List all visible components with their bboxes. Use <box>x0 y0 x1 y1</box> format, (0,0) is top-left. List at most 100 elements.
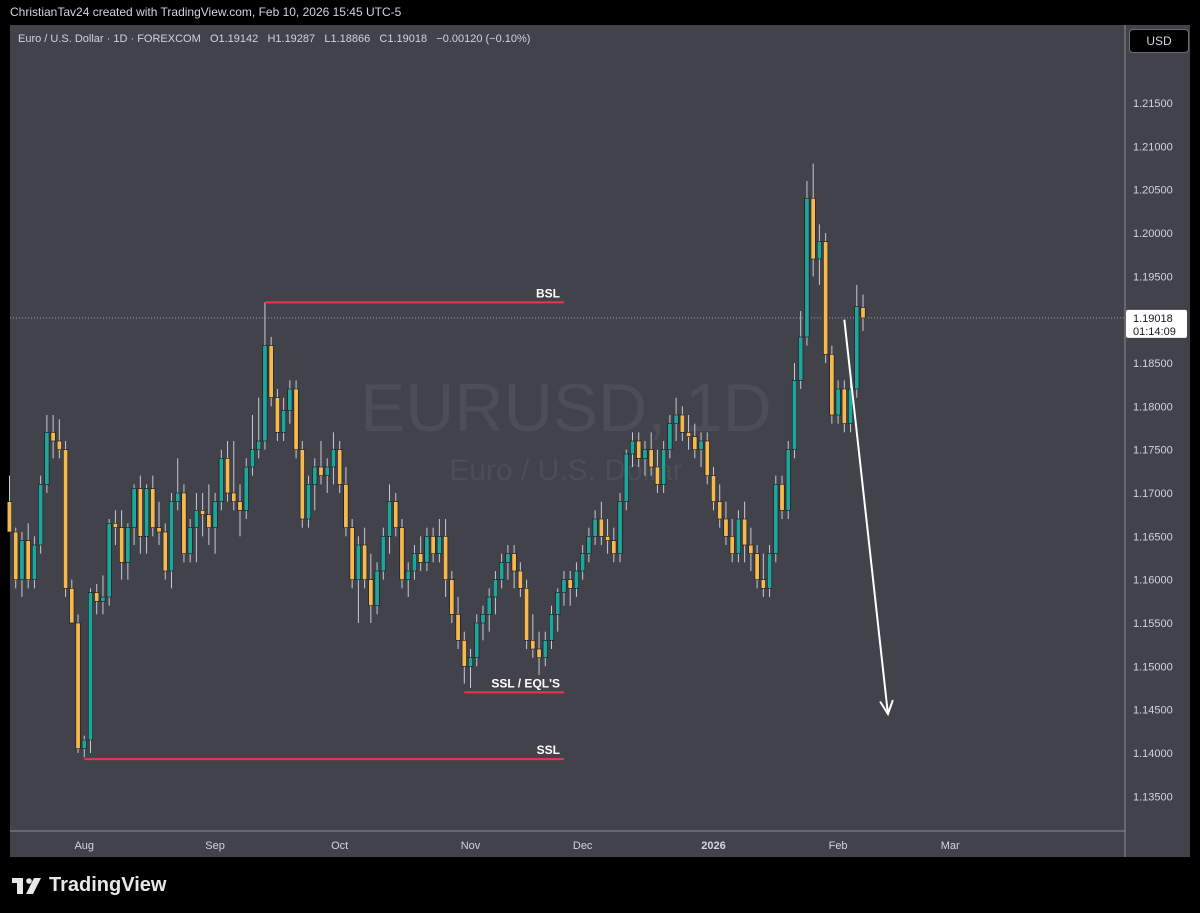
price-tick-label: 1.19500 <box>1133 271 1173 283</box>
candle-body <box>567 579 573 589</box>
candle-body <box>480 614 486 624</box>
candle-body <box>399 527 405 580</box>
candle-body <box>499 562 505 580</box>
currency-button[interactable]: USD <box>1129 29 1189 53</box>
candle-body <box>511 553 517 572</box>
candle-body <box>636 440 642 459</box>
level-label: BSL <box>536 286 560 300</box>
candle-body <box>686 432 692 437</box>
last-price-value: 1.19018 <box>1133 313 1173 325</box>
price-tick-label: 1.14000 <box>1133 748 1173 760</box>
candle-body <box>262 345 268 442</box>
level-label: SSL / EQL'S <box>491 676 560 690</box>
candle-body <box>156 527 162 533</box>
candle-body <box>106 523 112 598</box>
candle-body <box>212 501 218 528</box>
candle-body <box>748 544 754 554</box>
candle-body <box>443 536 449 580</box>
candle-body <box>168 501 174 572</box>
candle-body <box>704 440 710 476</box>
candles <box>7 163 866 758</box>
candle-body <box>87 592 93 741</box>
last-price-tag: 1.19018 01:14:09 <box>1126 309 1187 338</box>
candle-body <box>785 449 791 511</box>
symbol-legend[interactable]: Euro / U.S. Dollar · 1D · FOREXCOM O1.19… <box>18 33 530 45</box>
candle-body <box>430 536 436 554</box>
arrow-shaft[interactable] <box>843 319 889 715</box>
time-tick-label: 2026 <box>701 840 725 852</box>
bar-countdown: 01:14:09 <box>1133 326 1176 338</box>
candle-body <box>312 466 318 485</box>
candle-body <box>162 531 168 572</box>
candle-body <box>181 492 187 554</box>
watermark-symbol: EURUSD, 1D <box>360 370 772 446</box>
time-tick-label: Nov <box>461 840 481 852</box>
candle-body <box>692 436 698 450</box>
candle-body <box>100 596 106 602</box>
candle-body <box>337 449 343 485</box>
candle-body <box>268 345 274 398</box>
candle-body <box>19 540 25 580</box>
candle-body <box>542 640 548 658</box>
candle-body <box>200 510 206 515</box>
price-tick-label: 1.20000 <box>1133 228 1173 240</box>
candle-body <box>7 501 13 533</box>
candle-body <box>760 579 766 589</box>
candle-body <box>791 380 797 450</box>
candle-body <box>605 536 611 541</box>
candle-body <box>492 579 498 598</box>
price-axis[interactable]: 1.13500 1.14000 1.14500 1.15000 1.15500 1.160… <box>1133 98 1173 803</box>
candle-body <box>835 388 841 416</box>
candle-body <box>225 458 231 494</box>
candle-body <box>816 241 822 260</box>
projection-arrow[interactable] <box>843 319 894 717</box>
candle-body <box>617 501 623 554</box>
candle-body <box>717 501 723 520</box>
candle-body <box>573 570 579 589</box>
candle-body <box>31 544 37 580</box>
candle-body <box>798 336 804 381</box>
candle-body <box>274 397 280 433</box>
legend-close-value: 1.19018 <box>387 33 428 45</box>
candle-body <box>854 306 860 390</box>
candle-body <box>810 198 816 260</box>
candle-body <box>243 466 249 511</box>
candle-body <box>592 518 598 537</box>
tradingview-logo[interactable]: TradingView <box>12 874 166 897</box>
candle-body <box>237 501 243 511</box>
candle-body <box>642 449 648 459</box>
price-tick-label: 1.14500 <box>1133 705 1173 717</box>
candle-body <box>131 488 137 528</box>
candle-body <box>293 388 299 450</box>
candle-body <box>38 484 44 546</box>
liquidity-levels[interactable]: BSL SSL / EQL'S SSL <box>84 286 564 761</box>
price-tick-label: 1.17000 <box>1133 488 1173 500</box>
price-tick-label: 1.20500 <box>1133 185 1173 197</box>
time-tick-label: Feb <box>829 840 848 852</box>
candle-body <box>150 488 156 528</box>
candle-body <box>50 432 56 442</box>
price-tick-label: 1.15500 <box>1133 618 1173 630</box>
candle-body <box>256 440 262 450</box>
candle-body <box>287 388 293 411</box>
time-axis[interactable]: Aug Sep Oct Nov Dec 2026 Feb Mar <box>74 840 960 852</box>
price-tick-label: 1.13500 <box>1133 791 1173 803</box>
candle-body <box>374 570 380 606</box>
candle-body <box>387 501 393 537</box>
candlestick-chart[interactable]: EURUSD, 1D Euro / U.S. Dollar 1.13500 1.1… <box>0 0 1200 913</box>
candle-body <box>125 527 131 563</box>
candle-body <box>654 466 660 485</box>
footer <box>0 857 1200 913</box>
candle-body <box>486 596 492 615</box>
candle-body <box>318 466 324 476</box>
candle-body <box>742 518 748 546</box>
level-label: SSL <box>537 743 560 757</box>
candle-body <box>44 432 50 485</box>
candle-body <box>829 354 835 416</box>
price-tick-label: 1.15000 <box>1133 661 1173 673</box>
tradingview-logo-text: TradingView <box>49 874 167 896</box>
watermark-name: Euro / U.S. Dollar <box>449 454 682 487</box>
candle-body <box>735 518 741 554</box>
candle-body <box>249 449 255 468</box>
candle-body <box>723 518 729 537</box>
